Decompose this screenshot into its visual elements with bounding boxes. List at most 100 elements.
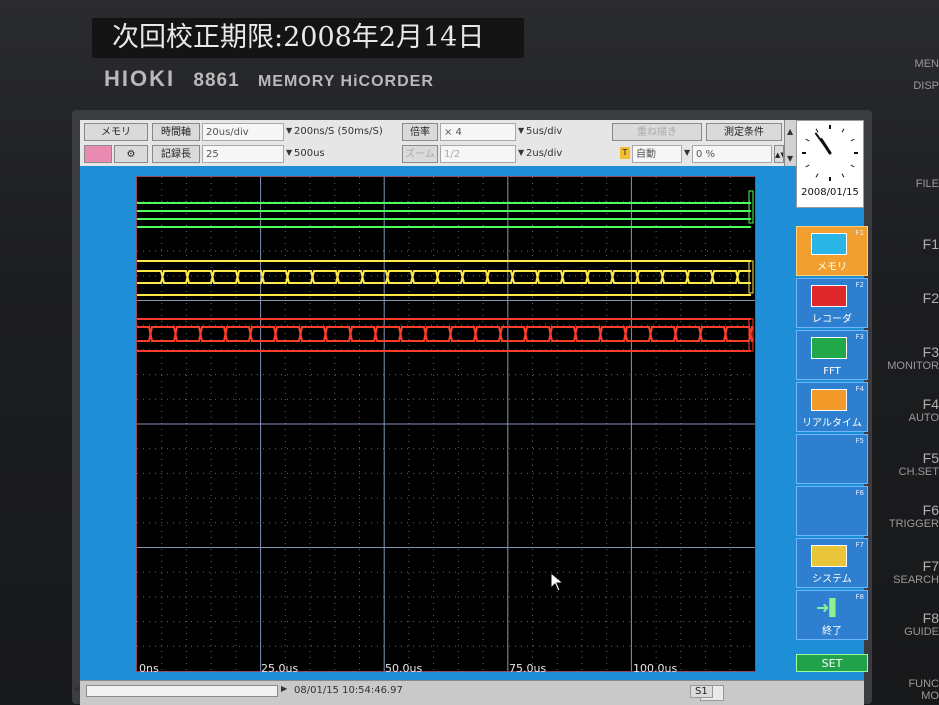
zoom-select[interactable]: 1/2 [440, 145, 516, 163]
exit-door-icon: ➜▌ [811, 597, 847, 619]
bezel-label-men: MEN [914, 58, 939, 70]
brand-bar: HIOKI 8861 MEMORY HiCORDER [104, 66, 434, 94]
fkey-recorder[interactable]: F2 レコーダ [796, 278, 868, 328]
fkey-memory[interactable]: F1 メモリ [796, 226, 868, 276]
zoom-label: ズーム [402, 145, 438, 163]
set-button[interactable]: SET [796, 654, 868, 672]
brand-product: MEMORY HiCORDER [257, 73, 434, 90]
chevron-down-icon[interactable]: ▼ [518, 126, 524, 135]
bezel-label-file: FILE [915, 178, 939, 190]
clock-date: 2008/01/15 [801, 187, 859, 198]
lcd-screen: メモリ ⚙ 時間軸 20us/div ▼ 200ns/S (50ms/S) 記録… [72, 110, 872, 705]
display-panel: メモリ ⚙ 時間軸 20us/div ▼ 200ns/S (50ms/S) 記録… [73, 120, 868, 705]
calibration-sticker: 次回校正期限:2008年2月14日 [92, 18, 524, 58]
bezel-label-search: SEARCH [893, 574, 939, 586]
fkey-number: F8 [855, 593, 864, 601]
recorder-icon [811, 285, 847, 307]
chevron-down-icon[interactable]: ▼ [286, 126, 292, 135]
chevron-down-icon[interactable]: ▼ [684, 148, 690, 157]
trigger-mode-select[interactable]: 自動 [632, 145, 682, 163]
bezel-label-mo: MO [921, 690, 939, 702]
fkey-fft[interactable]: F3 FFT [796, 330, 868, 380]
x-tick-label: 50.0us [385, 662, 423, 675]
bezel-label-f6[interactable]: F6 [923, 502, 939, 518]
bezel-label-guide: GUIDE [904, 626, 939, 638]
bezel-label-chset: CH.SET [898, 466, 939, 478]
status-timestamp: 08/01/15 10:54:46.97 [294, 685, 403, 696]
fkey-number: F2 [855, 281, 864, 289]
fkey-label: メモリ [817, 262, 847, 273]
pink-mode-indicator[interactable] [84, 145, 112, 163]
zoom-result: 2us/div [526, 148, 563, 159]
brand-model: 8861 [193, 70, 240, 91]
recording-time: 500us [294, 148, 325, 159]
bezel-label-disp: DISP [913, 80, 939, 92]
fft-icon [811, 337, 847, 359]
time-axis-select[interactable]: 20us/div [202, 123, 284, 141]
x-tick-label: 75.0us [509, 662, 547, 675]
bezel-key-labels: MEN DISP FILE F1 F2 F3 MONITOR F4 AUTO F… [872, 50, 939, 704]
brand-logo: HIOKI [104, 66, 176, 91]
bezel-label-f7[interactable]: F7 [923, 558, 939, 574]
fkey-number: F1 [855, 229, 864, 237]
gear-icon[interactable]: ⚙ [114, 145, 148, 163]
fkey-system[interactable]: F7 システム [796, 538, 868, 588]
fkey-number: F4 [855, 385, 864, 393]
toolbar-scroll-handle[interactable]: ▲ ▼ [784, 120, 796, 166]
fkey-realtime[interactable]: F4 リアルタイム [796, 382, 868, 432]
bezel-label-f5[interactable]: F5 [923, 450, 939, 466]
system-icon [811, 545, 847, 567]
realtime-icon [811, 389, 847, 411]
chevron-down-icon[interactable]: ▼ [286, 148, 292, 157]
bezel-label-f4[interactable]: F4 [923, 396, 939, 412]
bezel-label-f8[interactable]: F8 [923, 610, 939, 626]
fkey-f6[interactable]: F6 [796, 486, 868, 536]
pretrigger-field[interactable]: 0 % [692, 145, 772, 163]
fkey-number: F6 [855, 489, 864, 497]
bezel-label-auto: AUTO [908, 412, 939, 424]
magnification-result: 5us/div [526, 126, 563, 137]
clock-panel: 2008/01/15 [796, 120, 864, 208]
recording-length-label: 記録長 [152, 145, 200, 163]
chevron-up-icon[interactable]: ▲ [787, 123, 793, 141]
fkey-exit[interactable]: F8 ➜▌ 終了 [796, 590, 868, 640]
magnification-select[interactable]: × 4 [440, 123, 516, 141]
measurement-conditions-button[interactable]: 測定条件 [706, 123, 782, 141]
fkey-number: F3 [855, 333, 864, 341]
chevron-down-icon[interactable]: ▼ [787, 150, 793, 166]
fkey-label: リアルタイム [802, 418, 862, 429]
bezel-label-trigger: TRIGGER [888, 518, 939, 530]
bezel-label-func: FUNC [908, 678, 939, 690]
fkey-label: システム [812, 574, 852, 585]
fkey-label: FFT [823, 366, 841, 377]
memory-mode-button[interactable]: メモリ [84, 123, 148, 141]
chevron-down-icon[interactable]: ▼ [518, 148, 524, 157]
waveform-icon [811, 233, 847, 255]
bezel-label-monitor: MONITOR [887, 360, 939, 372]
bezel-label-f1[interactable]: F1 [923, 236, 939, 252]
horizontal-scrollbar[interactable]: ◀ ▶ [73, 684, 287, 697]
fkey-f5[interactable]: F5 [796, 434, 868, 484]
sheet-indicator[interactable]: S1 [690, 685, 713, 698]
settings-toolbar: メモリ ⚙ 時間軸 20us/div ▼ 200ns/S (50ms/S) 記録… [80, 120, 784, 166]
status-bar: ◀ ▶ 08/01/15 10:54:46.97 S1 [73, 680, 864, 705]
magnification-label: 倍率 [402, 123, 438, 141]
sampling-rate: 200ns/S (50ms/S) [294, 126, 383, 137]
recording-length-select[interactable]: 25 [202, 145, 284, 163]
bezel-label-f2[interactable]: F2 [923, 290, 939, 306]
overlay-button[interactable]: 重ね描き [612, 123, 702, 141]
chevron-left-icon[interactable]: ◀ [73, 684, 79, 693]
trigger-icon: T [620, 147, 630, 159]
fkey-label: レコーダ [812, 314, 852, 325]
x-tick-label: 0ns [139, 662, 159, 675]
fkey-label: 終了 [822, 626, 842, 637]
stepper-icon[interactable]: ▲▼ [774, 145, 784, 163]
waveform-display[interactable]: 0ns 25.0us 50.0us 75.0us 100.0us [136, 176, 756, 675]
waveform-svg [137, 177, 755, 671]
x-tick-label: 100.0us [633, 662, 678, 675]
bezel-label-f3[interactable]: F3 [923, 344, 939, 360]
time-axis-label: 時間軸 [152, 123, 200, 141]
fkey-number: F7 [855, 541, 864, 549]
chevron-right-icon[interactable]: ▶ [281, 684, 287, 693]
x-tick-label: 25.0us [261, 662, 299, 675]
